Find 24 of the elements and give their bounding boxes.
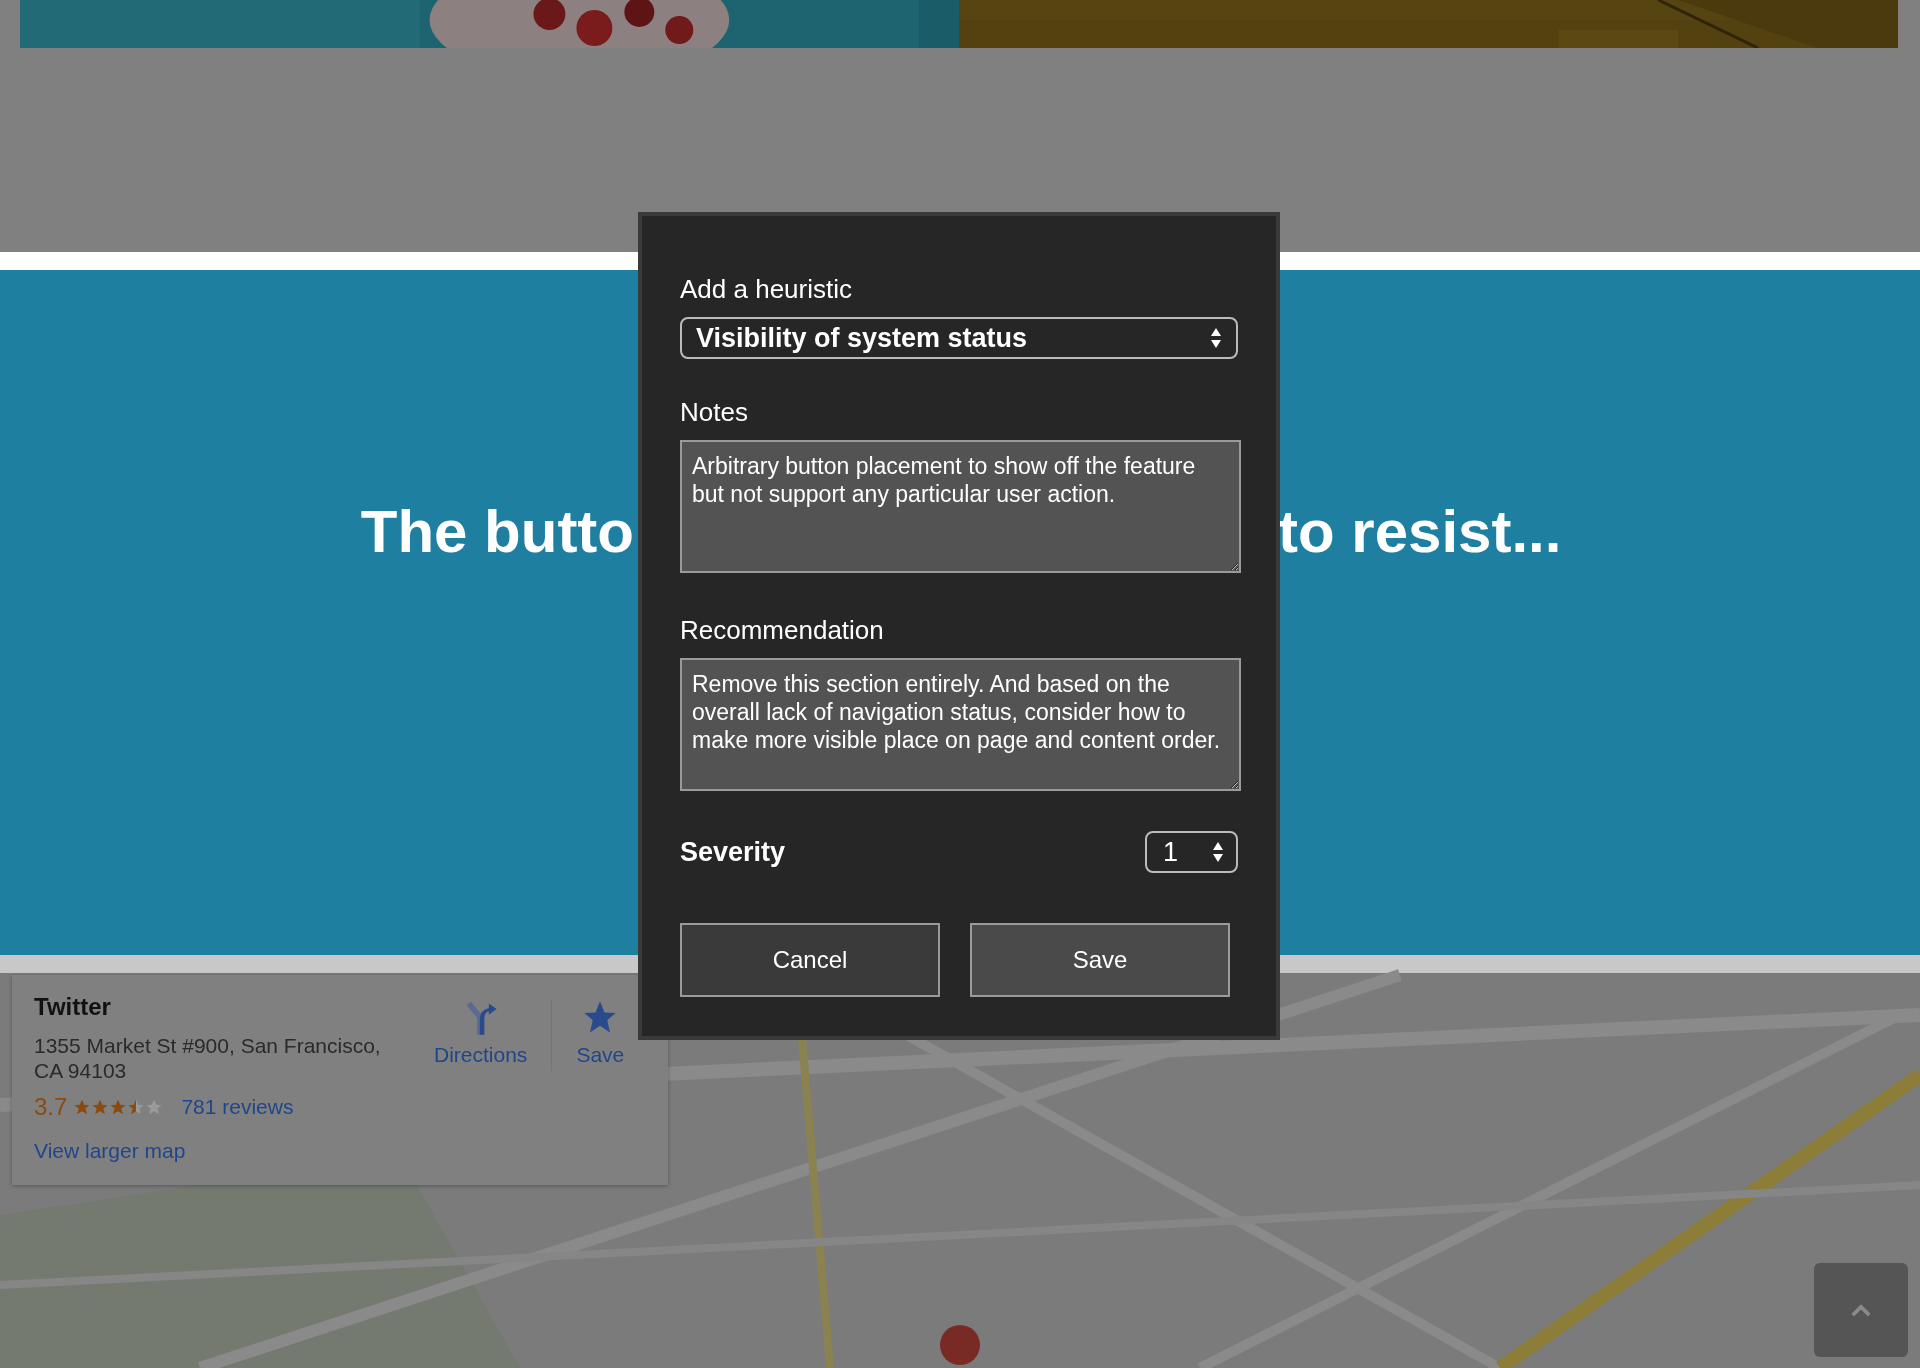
star-icon — [91, 1098, 110, 1116]
star-icon — [145, 1098, 164, 1116]
rating-value: 3.7 — [34, 1093, 68, 1121]
severity-field[interactable]: 1 — [1145, 831, 1238, 873]
star-icon — [109, 1098, 128, 1116]
place-address: 1355 Market St #900, San Francisco, CA 94103 — [34, 1033, 382, 1083]
field-label: Notes — [680, 397, 749, 428]
star-icon — [127, 1098, 146, 1116]
hero-heading: The butto — [359, 496, 634, 566]
cancel-button[interactable]: Cancel — [680, 923, 940, 997]
field-label: Severity — [680, 836, 786, 868]
field-label: Recommendation — [680, 615, 885, 646]
place-name: Twitter — [34, 993, 112, 1021]
scroll-top-button[interactable] — [1814, 1263, 1908, 1357]
hero-heading: to resist... — [1278, 496, 1562, 566]
notes-field[interactable]: Arbitrary button placement to show off the feature but not support any particular user action. — [680, 440, 1241, 573]
chevron-up-icon — [1850, 1303, 1872, 1317]
recommendation-field[interactable]: Remove this section entirely. And based on the overall lack of navigation status, consider how to make more visible place on page and content order. — [680, 658, 1241, 791]
field-label: Add a heuristic — [680, 274, 853, 305]
spinner-arrows-icon — [1210, 327, 1222, 349]
spinner-arrows-icon — [1212, 841, 1224, 863]
heuristic-select[interactable]: Visibility of system status — [680, 317, 1238, 359]
save-button[interactable]: Save — [970, 923, 1230, 997]
star-icon — [73, 1098, 92, 1116]
